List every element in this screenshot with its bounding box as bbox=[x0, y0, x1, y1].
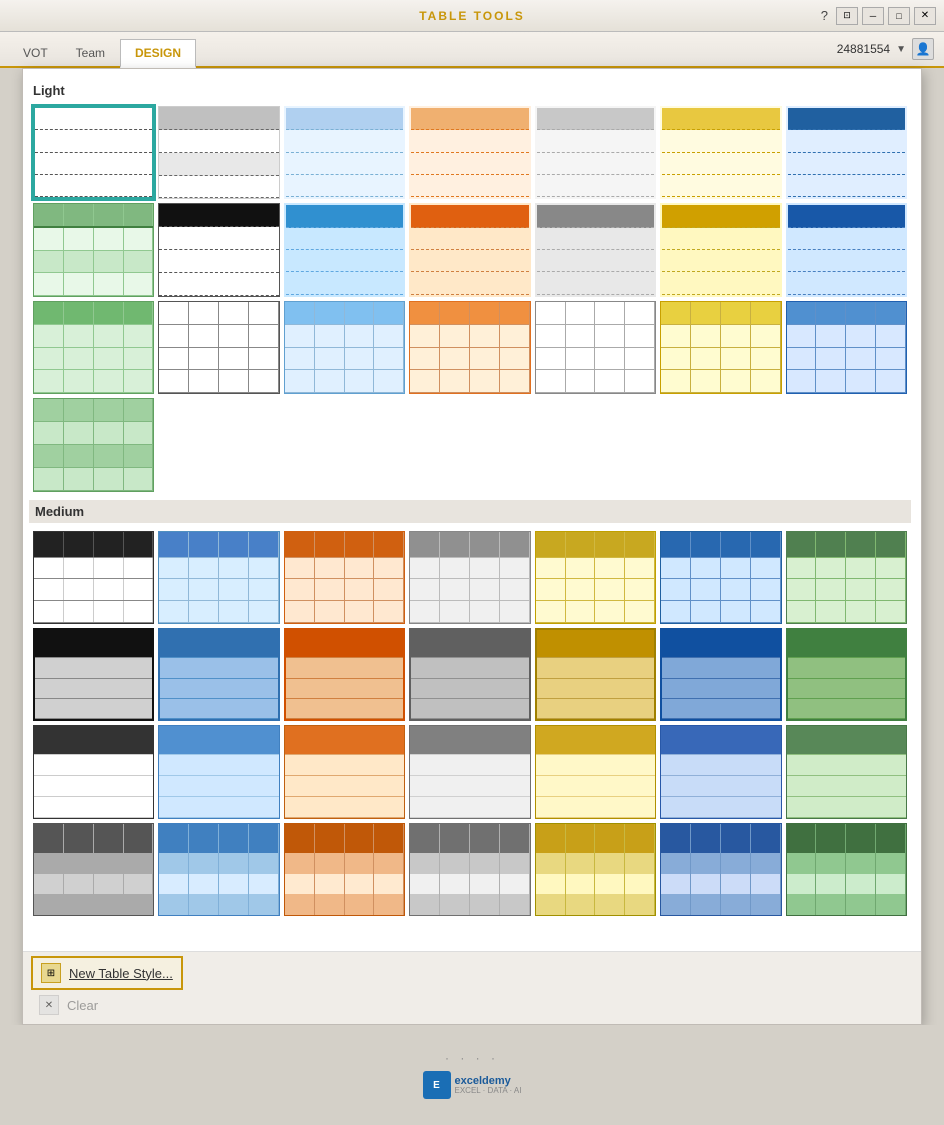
table-style-l-4-1[interactable] bbox=[33, 398, 154, 491]
app-title: TABLE TOOLS bbox=[419, 9, 525, 23]
style-panel-scroll[interactable]: Light bbox=[23, 69, 921, 951]
section-light: Light bbox=[33, 83, 907, 492]
table-style-m-3-4[interactable] bbox=[409, 725, 530, 818]
section-light-label: Light bbox=[33, 83, 907, 98]
table-style-l-2-6[interactable] bbox=[660, 203, 781, 296]
table-style-l-3-4[interactable] bbox=[409, 301, 530, 394]
light-row-2 bbox=[33, 203, 907, 296]
clear-button[interactable]: ✕ Clear bbox=[31, 990, 913, 1020]
medium-row-3 bbox=[33, 725, 907, 818]
bottom-bar: · · · · E exceldemy EXCEL · DATA · AI bbox=[0, 1025, 944, 1125]
close-btn[interactable]: ✕ bbox=[914, 7, 936, 25]
table-style-m-1-3[interactable] bbox=[284, 531, 405, 624]
restore-btn[interactable]: ⊡ bbox=[836, 7, 858, 25]
tab-team[interactable]: Team bbox=[63, 39, 118, 66]
table-style-m-1-4[interactable] bbox=[409, 531, 530, 624]
table-style-l-3-2[interactable] bbox=[158, 301, 279, 394]
table-style-m-1-6[interactable] bbox=[660, 531, 781, 624]
new-table-style-label: New Table Style... bbox=[69, 966, 173, 981]
table-style-m-1-2[interactable] bbox=[158, 531, 279, 624]
table-style-l-3-5[interactable] bbox=[535, 301, 656, 394]
style-dropdown-panel: Light bbox=[22, 68, 922, 1025]
light-row-4 bbox=[33, 398, 907, 491]
medium-row-4 bbox=[33, 823, 907, 916]
table-style-l-2-7[interactable] bbox=[786, 203, 907, 296]
table-style-l-2-5[interactable] bbox=[535, 203, 656, 296]
table-style-m-1-7[interactable] bbox=[786, 531, 907, 624]
table-style-m-4-2[interactable] bbox=[158, 823, 279, 916]
table-style-l-2-3[interactable] bbox=[284, 203, 405, 296]
table-style-l-2-1[interactable] bbox=[33, 203, 154, 296]
user-avatar: 👤 bbox=[912, 38, 934, 60]
help-icon[interactable]: ? bbox=[821, 8, 828, 23]
medium-row-1 bbox=[33, 531, 907, 624]
table-style-m-3-7[interactable] bbox=[786, 725, 907, 818]
table-style-m-2-7[interactable] bbox=[786, 628, 907, 721]
section-medium: Medium bbox=[33, 500, 907, 917]
table-style-l-3-1[interactable] bbox=[33, 301, 154, 394]
table-style-l-1-7[interactable] bbox=[786, 106, 907, 199]
table-style-m-4-6[interactable] bbox=[660, 823, 781, 916]
table-style-m-4-1[interactable] bbox=[33, 823, 154, 916]
table-style-m-2-5[interactable] bbox=[535, 628, 656, 721]
table-style-m-2-1[interactable] bbox=[33, 628, 154, 721]
table-style-m-3-3[interactable] bbox=[284, 725, 405, 818]
table-style-m-4-5[interactable] bbox=[535, 823, 656, 916]
section-medium-label: Medium bbox=[29, 500, 911, 523]
table-style-m-3-1[interactable] bbox=[33, 725, 154, 818]
maximize-btn[interactable]: □ bbox=[888, 7, 910, 25]
user-id: 24881554 bbox=[837, 42, 890, 56]
minimize-btn[interactable]: ─ bbox=[862, 7, 884, 25]
new-table-style-button[interactable]: ⊞ New Table Style... bbox=[31, 956, 183, 990]
ribbon-tabs: VOT Team DESIGN 24881554 ▼ 👤 bbox=[0, 32, 944, 68]
table-style-l-3-3[interactable] bbox=[284, 301, 405, 394]
table-style-m-2-4[interactable] bbox=[409, 628, 530, 721]
table-style-m-1-1[interactable] bbox=[33, 531, 154, 624]
table-style-m-2-3[interactable] bbox=[284, 628, 405, 721]
table-style-m-4-7[interactable] bbox=[786, 823, 907, 916]
light-row-3 bbox=[33, 301, 907, 394]
medium-row-2 bbox=[33, 628, 907, 721]
table-style-l-1-5[interactable] bbox=[535, 106, 656, 199]
table-style-m-4-4[interactable] bbox=[409, 823, 530, 916]
title-bar: TABLE TOOLS ? ⊡ ─ □ ✕ bbox=[0, 0, 944, 32]
tab-design[interactable]: DESIGN bbox=[120, 39, 196, 68]
table-style-l-3-6[interactable] bbox=[660, 301, 781, 394]
light-row-1 bbox=[33, 106, 907, 199]
table-style-m-1-5[interactable] bbox=[535, 531, 656, 624]
user-dropdown-icon[interactable]: ▼ bbox=[896, 44, 906, 55]
table-style-m-3-6[interactable] bbox=[660, 725, 781, 818]
panel-footer: ⊞ New Table Style... ✕ Clear bbox=[23, 951, 921, 1024]
table-style-m-3-2[interactable] bbox=[158, 725, 279, 818]
table-style-l-1-1[interactable] bbox=[33, 106, 154, 199]
clear-icon: ✕ bbox=[39, 995, 59, 1015]
table-style-l-1-6[interactable] bbox=[660, 106, 781, 199]
table-style-l-1-3[interactable] bbox=[284, 106, 405, 199]
table-style-l-2-2[interactable] bbox=[158, 203, 279, 296]
clear-label: Clear bbox=[67, 998, 98, 1013]
new-style-icon: ⊞ bbox=[41, 963, 61, 983]
table-style-m-2-6[interactable] bbox=[660, 628, 781, 721]
table-style-m-4-3[interactable] bbox=[284, 823, 405, 916]
table-style-m-3-5[interactable] bbox=[535, 725, 656, 818]
table-style-l-1-4[interactable] bbox=[409, 106, 530, 199]
table-style-l-1-2[interactable] bbox=[158, 106, 279, 199]
exceldemy-logo: E exceldemy EXCEL · DATA · AI bbox=[423, 1071, 522, 1099]
resize-dots: · · · · bbox=[445, 1051, 499, 1065]
table-style-m-2-2[interactable] bbox=[158, 628, 279, 721]
table-style-l-3-7[interactable] bbox=[786, 301, 907, 394]
table-style-l-2-4[interactable] bbox=[409, 203, 530, 296]
tab-vot[interactable]: VOT bbox=[10, 39, 61, 66]
